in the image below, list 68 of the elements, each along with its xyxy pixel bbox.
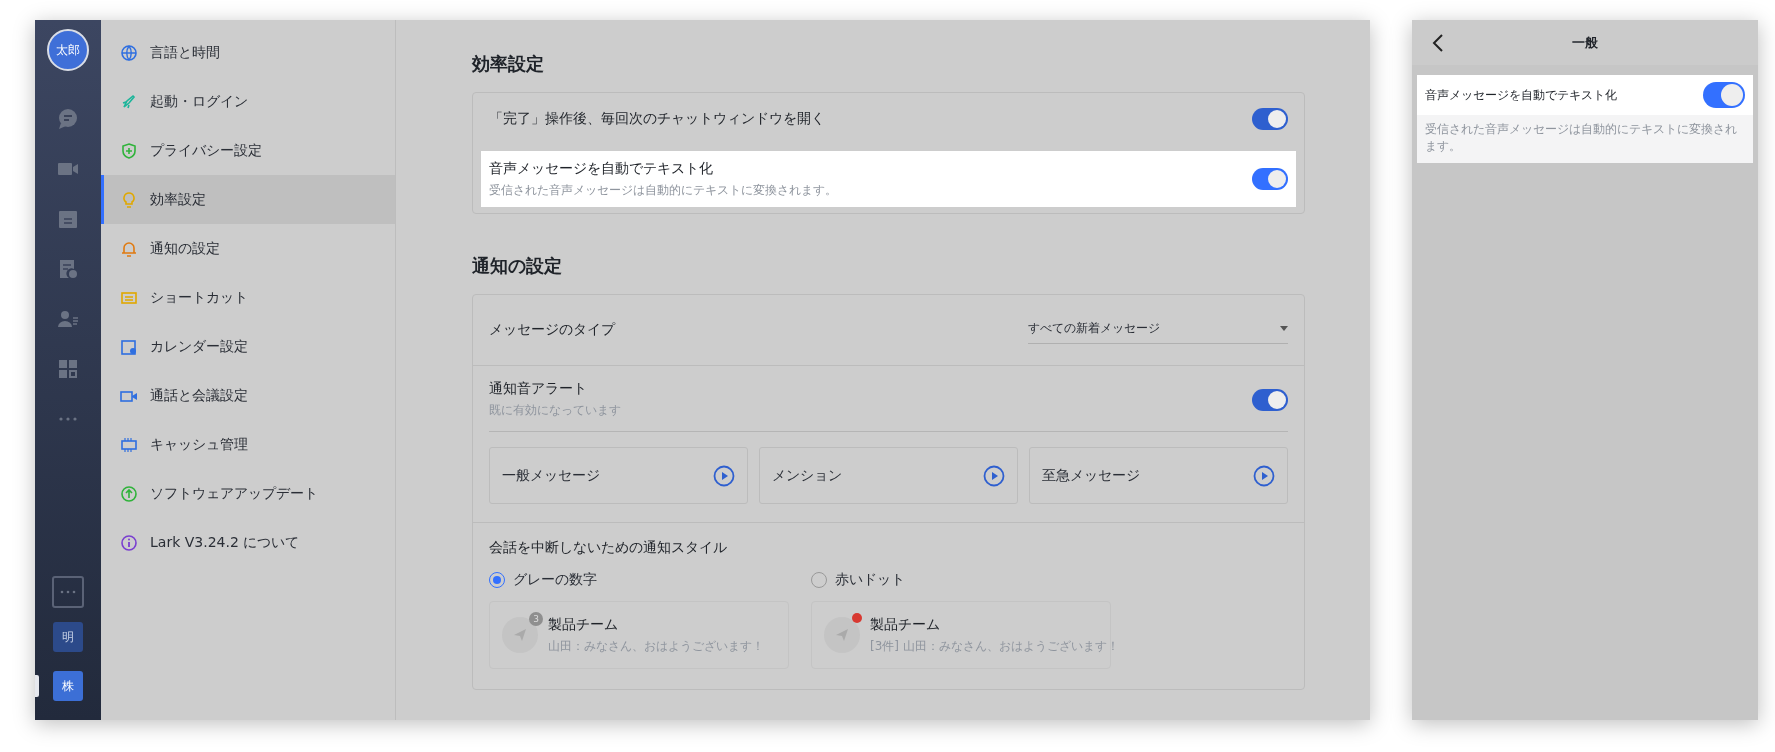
sidebar-label: 通話と会議設定	[150, 386, 248, 405]
sidebar-item[interactable]: ショートカット	[101, 273, 395, 322]
upload-icon	[120, 484, 138, 503]
setting-description: 受信された音声メッセージは自動的にテキストに変換されます。	[489, 181, 837, 199]
sidebar-label: ショートカット	[150, 288, 248, 307]
paper-plane-icon	[513, 628, 527, 642]
sidebar-item[interactable]: プライバシー設定	[101, 126, 395, 175]
apps-icon[interactable]	[56, 357, 80, 381]
bell-icon	[120, 239, 138, 258]
sidebar-label: Lark V3.24.2 について	[150, 533, 300, 552]
toggle-switch[interactable]	[1252, 168, 1288, 190]
setting-description: 受信された音声メッセージは自動的にテキストに変換されます。	[1417, 115, 1753, 163]
workspace-button[interactable]: 明	[53, 622, 83, 652]
chat-title: 製品チーム	[870, 615, 940, 634]
sidebar-label: ソフトウェアアップデート	[150, 484, 318, 503]
back-icon[interactable]	[1432, 34, 1444, 52]
caret-icon	[1280, 326, 1288, 331]
message-type-dropdown[interactable]: すべての新着メッセージ	[1028, 316, 1288, 344]
sidebar-item[interactable]: 通知の設定	[101, 224, 395, 273]
sidebar-label: 効率設定	[150, 190, 206, 209]
setting-label: 会話を中断しないための通知スタイル	[489, 539, 727, 555]
sound-button[interactable]: メンション	[759, 447, 1018, 504]
toggle-switch[interactable]	[1703, 82, 1745, 108]
play-icon[interactable]	[713, 464, 735, 487]
section-title: 効率設定	[472, 52, 544, 76]
toggle-switch[interactable]	[1252, 108, 1288, 130]
count-badge: 3	[529, 612, 543, 626]
play-icon[interactable]	[983, 464, 1005, 487]
bulb-icon	[120, 190, 138, 209]
sidebar-label: キャッシュ管理	[150, 435, 248, 454]
chat-icon[interactable]	[56, 107, 80, 131]
chip-icon	[120, 435, 138, 454]
sound-button[interactable]: 一般メッセージ	[489, 447, 748, 504]
sidebar-label: プライバシー設定	[150, 141, 262, 160]
play-icon[interactable]	[1253, 464, 1275, 487]
radio-option[interactable]: 赤いドット	[811, 571, 905, 589]
sidebar-label: カレンダー設定	[150, 337, 248, 356]
sidebar-item[interactable]: キャッシュ管理	[101, 420, 395, 469]
sidebar-item[interactable]: ソフトウェアアップデート	[101, 469, 395, 518]
toggle-switch[interactable]	[1252, 388, 1288, 411]
screen-title: 一般	[1572, 33, 1598, 52]
sidebar-label: 通知の設定	[150, 239, 220, 258]
setting-label: 通知音アラート	[489, 380, 587, 398]
sidebar-item[interactable]: 言語と時間	[101, 28, 395, 77]
chat-title: 製品チーム	[548, 615, 618, 634]
setting-label: 「完了」操作後、毎回次のチャットウィンドウを開く	[489, 110, 825, 128]
info-icon	[120, 533, 138, 552]
sidebar-item[interactable]: 起動・ログイン	[101, 77, 395, 126]
workspace-button[interactable]: 株	[53, 671, 83, 701]
setting-label: メッセージのタイプ	[489, 321, 615, 339]
active-indicator	[35, 675, 39, 697]
sidebar-item[interactable]: Lark V3.24.2 について	[101, 518, 395, 567]
sound-button[interactable]: 至急メッセージ	[1029, 447, 1288, 504]
unread-dot	[852, 613, 862, 623]
sidebar-item[interactable]: カレンダー設定	[101, 322, 395, 371]
paper-plane-icon	[835, 628, 849, 642]
user-avatar[interactable]: 太郎	[47, 29, 89, 71]
setting-label: 音声メッセージを自動でテキスト化	[489, 159, 713, 178]
globe-icon	[120, 43, 138, 62]
sidebar-label: 起動・ログイン	[150, 92, 248, 111]
setting-label: 音声メッセージを自動でテキスト化	[1425, 86, 1617, 104]
sidebar-label: 言語と時間	[150, 43, 220, 62]
more-apps-icon[interactable]	[52, 576, 84, 608]
sidebar-item[interactable]: 通話と会議設定	[101, 371, 395, 420]
radio-option[interactable]: グレーの数字	[489, 571, 597, 589]
shield-icon	[120, 141, 138, 160]
sidebar-item[interactable]: 効率設定	[101, 175, 395, 224]
section-title: 通知の設定	[472, 254, 562, 278]
